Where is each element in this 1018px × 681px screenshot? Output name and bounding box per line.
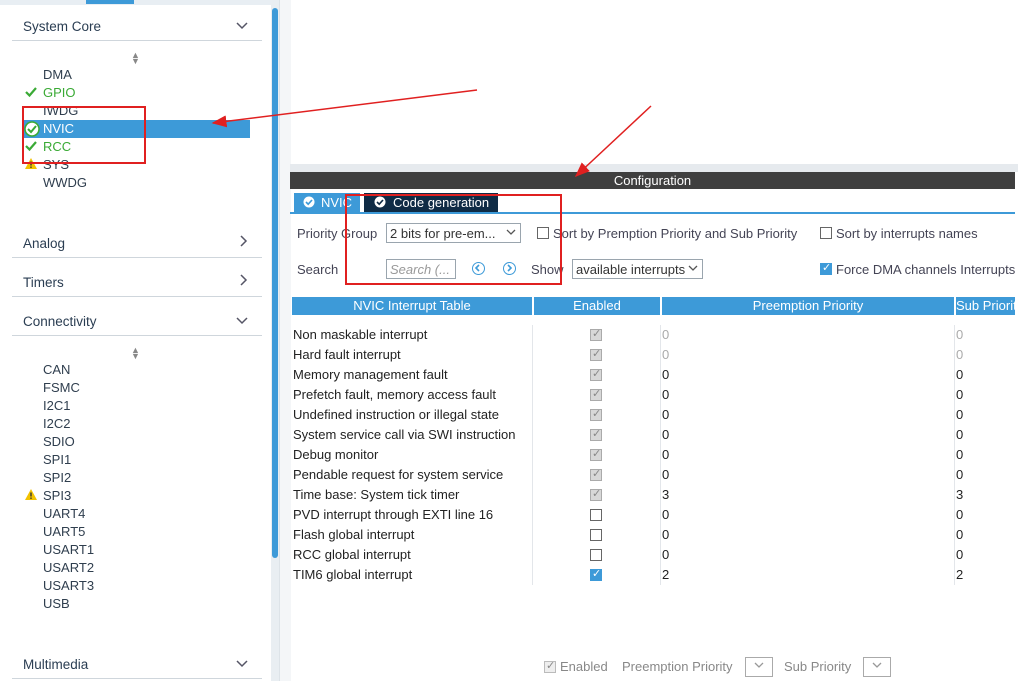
arrow-to-nvic <box>211 89 478 128</box>
arrow-to-config <box>574 105 652 178</box>
annotation-arrows <box>211 89 652 178</box>
